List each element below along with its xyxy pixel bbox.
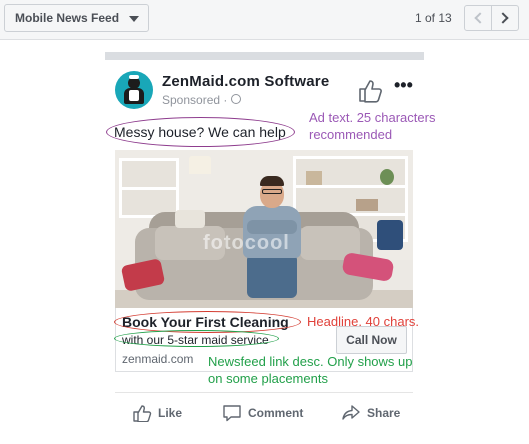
- sponsored-label: Sponsored ·: [162, 93, 227, 107]
- image-clothes: [175, 210, 205, 228]
- ad-text-annotation: Ad text. 25 characters recommended: [309, 110, 436, 142]
- shelf-row: [122, 187, 176, 190]
- image-lamp: [189, 156, 211, 174]
- shelf-book: [356, 199, 378, 211]
- chevron-left-icon: [474, 12, 486, 24]
- thumbs-up-icon[interactable]: [357, 78, 383, 104]
- pager-text: 1 of 13: [415, 11, 452, 25]
- next-button[interactable]: [491, 5, 519, 31]
- chevron-right-icon: [497, 12, 509, 24]
- image-watermark: fotocool: [203, 232, 290, 254]
- sponsored-text: Sponsored: [162, 93, 221, 107]
- image-man-hair: [260, 176, 284, 186]
- page-name[interactable]: ZenMaid.com Software: [162, 73, 329, 90]
- feed-divider: [105, 52, 424, 60]
- call-now-button[interactable]: Call Now: [336, 326, 407, 354]
- image-clothes: [377, 220, 403, 250]
- link-description: with our 5-star maid service: [122, 333, 269, 347]
- ad-headline[interactable]: Book Your First Cleaning: [122, 314, 289, 330]
- image-left-shelf: [119, 158, 179, 218]
- shelf-book: [306, 171, 322, 185]
- description-annotation: Newsfeed link desc. Only shows up on som…: [208, 354, 413, 386]
- shelf-row: [296, 185, 405, 188]
- placement-label: Mobile News Feed: [15, 11, 120, 25]
- image-man-glasses: [262, 189, 282, 194]
- chevron-down-icon: [129, 16, 139, 22]
- comment-icon: [223, 405, 241, 422]
- link-domain: zenmaid.com: [122, 352, 194, 366]
- ad-preview-page: Mobile News Feed 1 of 13 ZenMaid.com Sof…: [0, 0, 529, 444]
- avatar-maid-cap: [129, 75, 139, 79]
- share-label: Share: [367, 406, 401, 420]
- image-man-legs: [247, 254, 297, 298]
- ad-primary-text: Messy house? We can help: [114, 124, 286, 140]
- separator-dot: ·: [220, 93, 228, 107]
- shelf-plant: [380, 169, 394, 185]
- previous-button[interactable]: [464, 5, 492, 31]
- more-icon[interactable]: •••: [394, 75, 413, 96]
- avatar-maid-apron: [129, 90, 139, 101]
- avatar[interactable]: [115, 71, 153, 109]
- preview-toolbar: Mobile News Feed 1 of 13: [0, 0, 529, 40]
- comment-label: Comment: [248, 406, 304, 420]
- actions-divider: [115, 392, 413, 393]
- ad-image[interactable]: fotocool: [115, 150, 413, 308]
- like-label: Like: [158, 406, 183, 420]
- share-icon: [342, 405, 360, 420]
- placement-dropdown[interactable]: Mobile News Feed: [4, 4, 149, 32]
- globe-icon: [231, 94, 241, 104]
- thumbs-up-icon: [133, 405, 152, 422]
